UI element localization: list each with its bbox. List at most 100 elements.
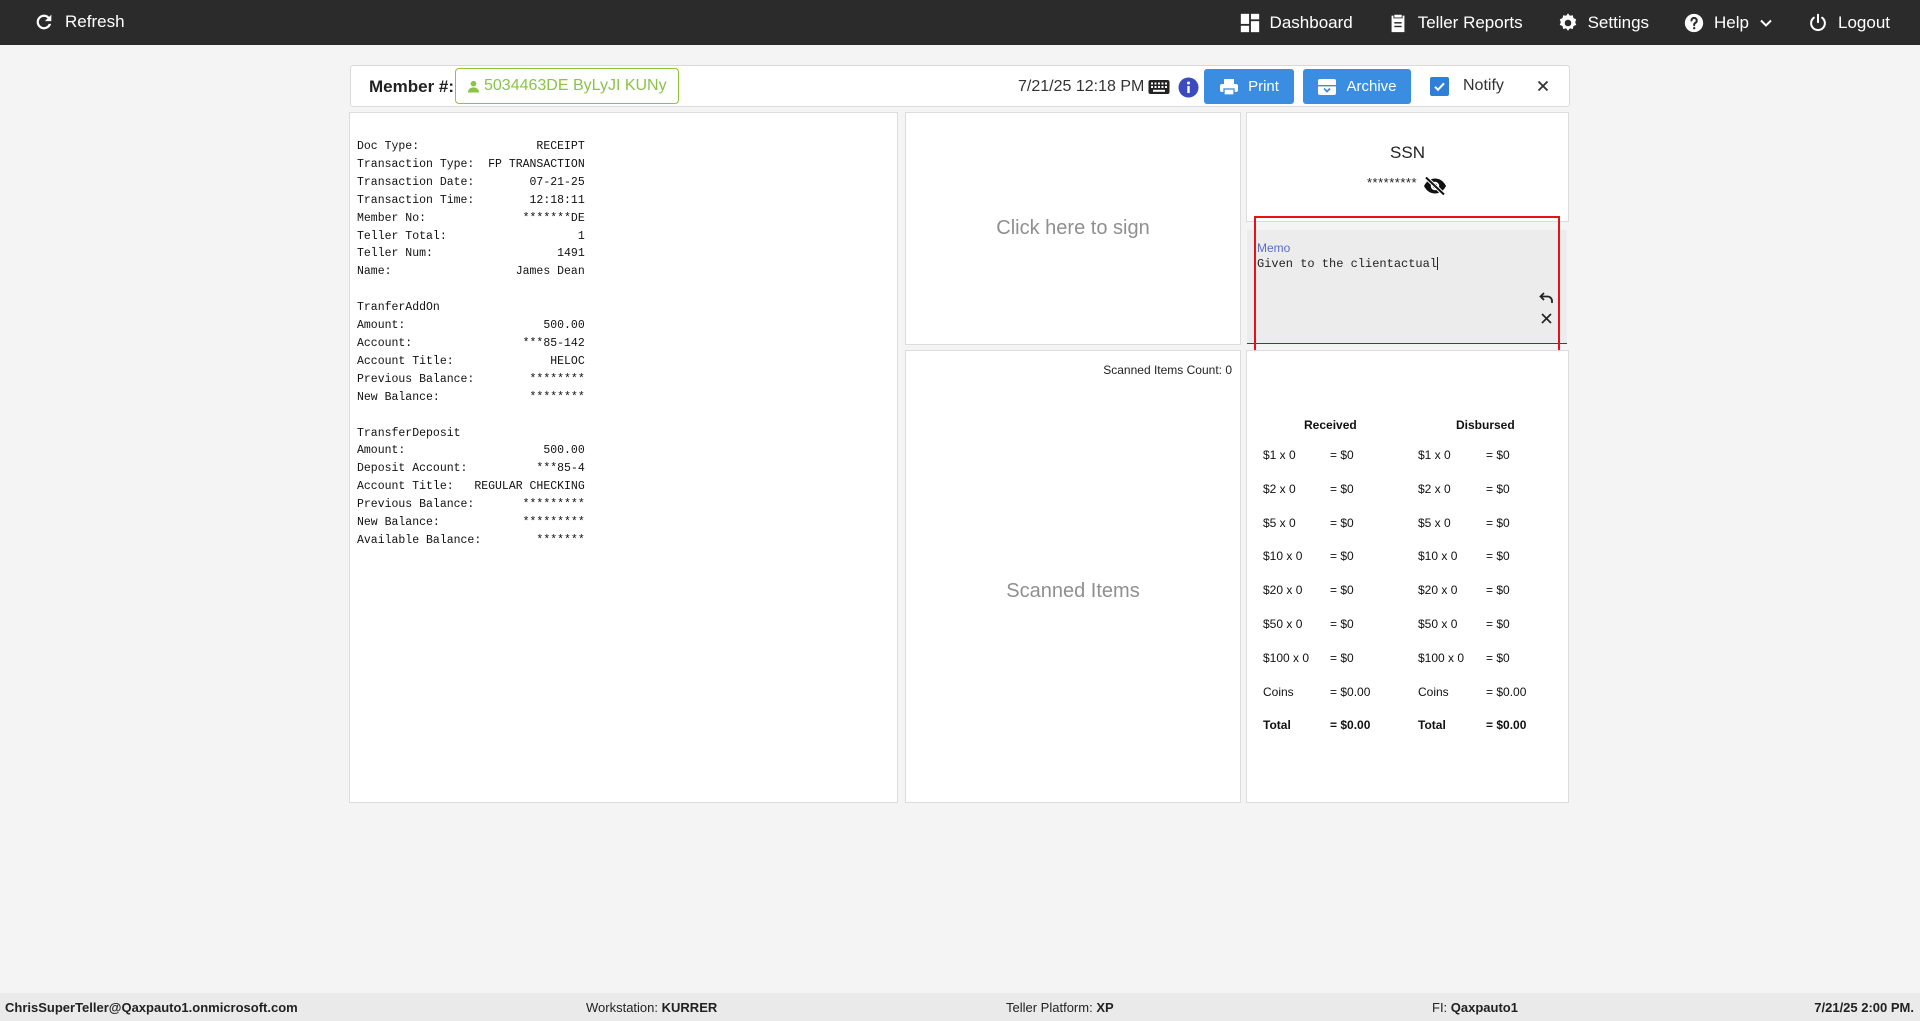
chevron-down-icon — [1760, 19, 1772, 27]
disbursed-denomination: Coins — [1418, 684, 1449, 699]
teller-reports-label: Teller Reports — [1417, 12, 1523, 32]
eye-off-icon[interactable] — [1423, 176, 1447, 196]
disbursed-denomination: $100 x 0 — [1418, 650, 1465, 665]
footer-user: ChrisSuperTeller@Qaxpauto1.onmicrosoft.c… — [5, 1000, 298, 1015]
footer-platform: Teller Platform: XP — [1006, 1000, 1114, 1015]
clipboard-icon — [1391, 14, 1405, 32]
received-amount: = $0 — [1330, 583, 1354, 598]
received-denomination: Coins — [1263, 684, 1294, 699]
help-menu[interactable]: Help — [1683, 12, 1773, 34]
cash-summary-panel: Received Disbursed $1 x 0 = $0 $2 x 0 = $0 $… — [1246, 350, 1569, 803]
disbursed-header: Disbursed — [1456, 418, 1515, 432]
received-amount: = $0 — [1330, 448, 1354, 462]
archive-button[interactable]: Archive — [1303, 69, 1411, 104]
scanned-items-count: Scanned Items Count: 0 — [1103, 363, 1232, 377]
settings-link[interactable]: Settings — [1557, 12, 1649, 34]
archive-icon — [1318, 78, 1337, 95]
notify-checkbox[interactable] — [1430, 77, 1449, 96]
user-icon — [467, 80, 480, 93]
footer-fi: FI: Qaxpauto1 — [1432, 1000, 1518, 1015]
fi-value: Qaxpauto1 — [1450, 1000, 1518, 1015]
print-button[interactable]: Print — [1204, 69, 1294, 104]
check-icon — [1434, 82, 1445, 92]
received-amount: = $0.00 — [1330, 718, 1371, 733]
ssn-label: SSN — [1390, 143, 1425, 162]
scanned-items-panel[interactable]: Scanned Items Count: 0 Scanned Items — [905, 350, 1241, 803]
ssn-panel: SSN ********* — [1246, 112, 1569, 222]
help-label: Help — [1714, 12, 1749, 32]
clear-memo-icon[interactable] — [1540, 312, 1553, 325]
received-denomination: $50 x 0 — [1263, 617, 1303, 631]
received-amount: = $0 — [1330, 515, 1354, 530]
disbursed-amount: = $0.00 — [1486, 718, 1527, 733]
undo-icon[interactable] — [1539, 291, 1554, 304]
workstation-value: KURRER — [661, 1000, 718, 1015]
memo-field[interactable]: Memo Given to the clientactual — [1247, 230, 1567, 344]
dashboard-icon — [1240, 13, 1259, 32]
disbursed-amount: = $0 — [1486, 617, 1510, 631]
receipt-text: Doc Type: RECEIPT Transaction Type: FP T… — [357, 140, 585, 547]
footer-workstation: Workstation: KURRER — [586, 1000, 717, 1015]
disbursed-denomination: $1 x 0 — [1418, 448, 1451, 462]
member-header-bar: Member #: 5034463DE ByLyJI KUNy 7/21/25 … — [350, 65, 1570, 107]
received-denomination: $20 x 0 — [1263, 583, 1303, 598]
received-denomination: $5 x 0 — [1263, 515, 1296, 530]
teller-reports-link[interactable]: Teller Reports — [1387, 12, 1523, 34]
disbursed-amount: = $0 — [1486, 448, 1510, 462]
signature-prompt: Click here to sign — [996, 217, 1150, 239]
refresh-label: Refresh — [65, 12, 125, 31]
member-number-label: Member #: — [369, 77, 455, 96]
member-number-badge[interactable]: 5034463DE ByLyJI KUNy — [455, 68, 679, 104]
info-icon[interactable] — [1178, 77, 1199, 98]
disbursed-amount: = $0 — [1486, 583, 1510, 598]
text-caret — [1437, 257, 1439, 271]
member-number-value: 5034463DE ByLyJI KUNy — [484, 77, 667, 94]
memo-label: Memo — [1257, 241, 1291, 255]
ssn-masked-value: ********* — [1367, 175, 1418, 190]
received-denomination: $2 x 0 — [1263, 481, 1296, 496]
platform-value: XP — [1096, 1000, 1114, 1015]
close-icon[interactable] — [1535, 78, 1551, 94]
notify-label: Notify — [1463, 77, 1504, 94]
workstation-label: Workstation: — [586, 1000, 659, 1015]
archive-label: Archive — [1346, 78, 1397, 95]
footer-datetime: 7/21/25 2:00 PM. — [1814, 1000, 1914, 1015]
disbursed-amount: = $0 — [1486, 481, 1510, 496]
memo-input-text[interactable]: Given to the clientactual — [1257, 257, 1439, 271]
help-icon — [1684, 13, 1704, 32]
disbursed-denomination: Total — [1418, 718, 1446, 733]
refresh-icon — [36, 14, 52, 30]
status-footer: ChrisSuperTeller@Qaxpauto1.onmicrosoft.c… — [0, 993, 1920, 1021]
top-navigation-bar: Refresh Dashboard Teller Reports Setting… — [0, 0, 1920, 45]
received-amount: = $0 — [1330, 650, 1354, 665]
logout-button[interactable]: Logout — [1807, 12, 1890, 34]
disbursed-denomination: $5 x 0 — [1418, 515, 1451, 530]
disbursed-denomination: $50 x 0 — [1418, 617, 1458, 631]
receipt-panel: Doc Type: RECEIPT Transaction Type: FP T… — [349, 112, 898, 803]
disbursed-amount: = $0 — [1486, 650, 1510, 665]
received-amount: = $0 — [1330, 617, 1354, 631]
print-label: Print — [1248, 78, 1279, 95]
disbursed-denomination: $2 x 0 — [1418, 481, 1451, 496]
keyboard-icon[interactable] — [1148, 79, 1170, 95]
received-header: Received — [1304, 418, 1357, 432]
disbursed-amount: = $0 — [1486, 515, 1510, 530]
scanned-items-title: Scanned Items — [1006, 580, 1140, 602]
memo-value: Given to the clientactual — [1257, 257, 1438, 271]
logout-label: Logout — [1838, 12, 1890, 32]
disbursed-denomination: $20 x 0 — [1418, 583, 1458, 598]
disbursed-amount: = $0.00 — [1486, 684, 1527, 699]
signature-pad[interactable]: Click here to sign — [905, 112, 1241, 345]
received-denomination: $1 x 0 — [1263, 448, 1296, 462]
power-icon — [1810, 13, 1826, 31]
received-denomination: Total — [1263, 718, 1291, 733]
refresh-button[interactable]: Refresh — [33, 11, 125, 33]
transaction-datetime: 7/21/25 12:18 PM — [1018, 78, 1145, 95]
received-denomination: $10 x 0 — [1263, 549, 1303, 564]
disbursed-amount: = $0 — [1486, 549, 1510, 564]
gear-icon — [1559, 12, 1576, 31]
dashboard-label: Dashboard — [1269, 12, 1353, 32]
dashboard-link[interactable]: Dashboard — [1239, 12, 1353, 34]
settings-label: Settings — [1587, 12, 1650, 32]
printer-icon — [1220, 78, 1239, 96]
